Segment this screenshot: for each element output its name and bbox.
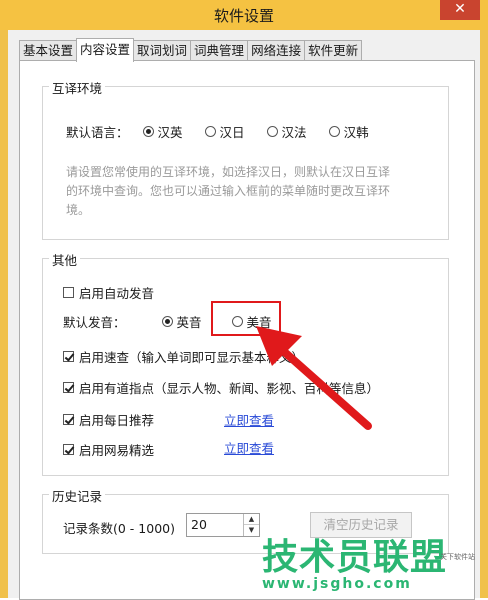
checkbox-label: 启用自动发音 [79,286,155,301]
radio-checked-icon [161,316,173,327]
tab-basic-settings[interactable]: 基本设置 [19,40,78,61]
radio-voice-british[interactable]: 英音 [161,312,202,331]
radio-label: 汉英 [157,125,183,140]
radio-icon [266,126,278,137]
radio-icon [328,126,340,137]
history-count-label: 记录条数(0 - 1000) [63,521,175,536]
watermark-url: www.jsgho.com [262,576,412,592]
group-title: 历史记录 [49,486,106,505]
auto-pronounce-checkbox[interactable]: 启用自动发音 [63,283,154,302]
checkbox-checked-icon [63,351,74,362]
radio-label: 英音 [176,315,202,330]
tab-word-capture[interactable]: 取词划词 [133,40,192,61]
netease-select-checkbox[interactable]: 启用网易精选 [63,440,154,459]
tab-software-update[interactable]: 软件更新 [304,40,363,61]
radio-label: 汉韩 [343,125,369,140]
radio-icon [204,126,216,137]
default-voice-label: 默认发音： [63,315,126,330]
default-language-label: 默认语言： [66,125,129,140]
watermark-small-text: 关下软件站 [440,553,475,561]
netease-select-link[interactable]: 立即查看 [224,438,274,457]
default-language-row: 默认语言： 汉英 汉日 汉法 汉韩 [66,122,369,141]
close-button[interactable]: ✕ [440,0,480,20]
title-bar[interactable]: 软件设置 ✕ [0,0,488,30]
checkbox-checked-icon [63,444,74,455]
checkbox-label: 启用网易精选 [79,443,155,458]
history-count-value: 20 [191,517,207,532]
radio-label: 汉日 [219,125,245,140]
hint-line: 的环境中查询。您也可以通过输入框前的菜单随时更改互译环 [66,184,391,198]
tab-network[interactable]: 网络连接 [247,40,306,61]
tab-dictionary-management[interactable]: 词典管理 [190,40,249,61]
red-arrow-icon [256,326,372,430]
spinner-buttons: ▲ ▼ [243,514,259,536]
view-now-link[interactable]: 立即查看 [224,438,274,457]
daily-recommend-checkbox[interactable]: 启用每日推荐 [63,410,154,429]
group-title: 互译环境 [49,78,106,97]
hint-line: 请设置您常使用的互译环境，如选择汉日，则默认在汉日互译 [66,165,391,179]
window-title: 软件设置 [213,7,274,25]
radio-lang-hanying[interactable]: 汉英 [142,122,183,141]
radio-checked-icon [142,126,154,137]
tab-content-settings[interactable]: 内容设置 [76,38,135,62]
watermark-logo: 技术员联盟 [262,537,448,578]
radio-lang-hanhan[interactable]: 汉韩 [328,122,369,141]
radio-lang-hanfa[interactable]: 汉法 [266,122,307,141]
spinner-up-icon[interactable]: ▲ [244,514,259,524]
radio-label: 汉法 [281,125,307,140]
radio-lang-hanri[interactable]: 汉日 [204,122,245,141]
checkbox-label: 启用每日推荐 [79,413,155,428]
checkbox-icon [63,287,74,298]
checkbox-checked-icon [63,382,74,393]
translate-env-hint: 请设置您常使用的互译环境，如选择汉日，则默认在汉日互译 的环境中查询。您也可以通… [66,163,446,220]
tab-strip: 基本设置 内容设置 取词划词 词典管理 网络连接 软件更新 [19,38,363,62]
settings-window: 软件设置 ✕ 基本设置 内容设置 取词划词 词典管理 网络连接 软件更新 互译环… [0,0,488,600]
group-title: 其他 [49,250,81,269]
checkbox-checked-icon [63,414,74,425]
spinner-down-icon[interactable]: ▼ [244,524,259,535]
hint-line: 境。 [66,203,91,217]
history-count-spinner[interactable]: 20 ▲ ▼ [186,513,260,537]
